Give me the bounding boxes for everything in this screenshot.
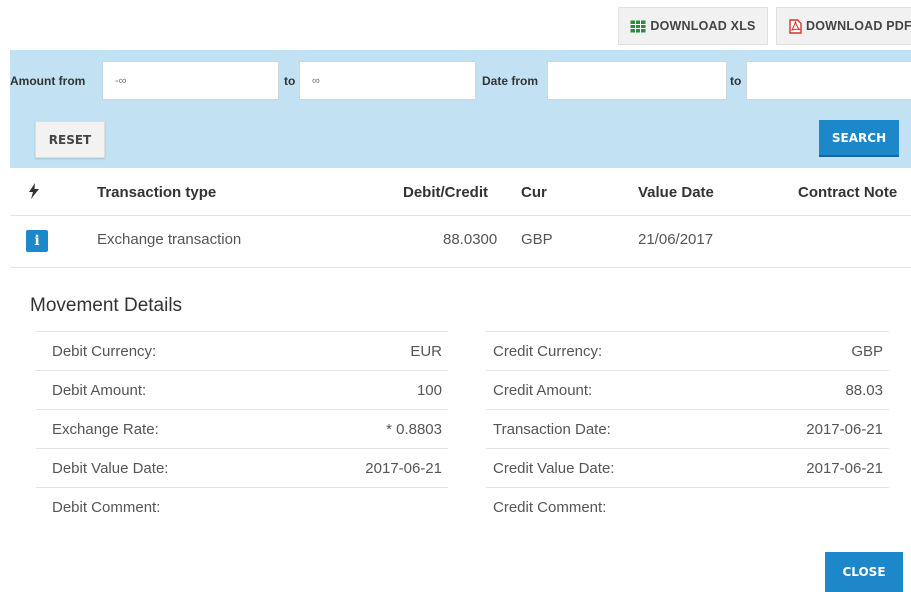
detail-row: Debit Amount: 100 (36, 370, 448, 409)
download-xls-button[interactable]: DOWNLOAD XLS (618, 7, 768, 45)
detail-row: Credit Comment: (486, 487, 889, 526)
detail-label: Credit Amount: (493, 381, 593, 399)
detail-value: * 0.8803 (386, 420, 442, 438)
detail-value: 100 (416, 381, 442, 399)
detail-label: Debit Value Date: (52, 459, 169, 477)
detail-value: 2017-06-21 (806, 420, 883, 438)
amount-from-label: Amount from (10, 74, 86, 88)
detail-value: EUR (410, 342, 442, 360)
close-button[interactable]: CLOSE (825, 552, 903, 592)
col-debit-credit: Debit/Credit (403, 184, 489, 201)
row-divider (10, 267, 911, 268)
detail-value: 88.03 (845, 381, 883, 399)
detail-row: Credit Value Date: 2017-06-21 (486, 448, 889, 487)
detail-label: Exchange Rate: (52, 420, 159, 438)
pdf-file-icon (789, 18, 802, 34)
cell-currency: GBP (521, 231, 553, 248)
detail-row: Exchange Rate: * 0.8803 (36, 409, 448, 448)
cell-transaction-type: Exchange transaction (97, 231, 242, 248)
detail-label: Transaction Date: (493, 420, 611, 438)
detail-row: Debit Comment: (36, 487, 448, 526)
col-currency: Cur (521, 184, 547, 201)
detail-row: Transaction Date: 2017-06-21 (486, 409, 889, 448)
date-from-input[interactable] (547, 61, 727, 100)
search-button[interactable]: SEARCH (819, 120, 899, 157)
detail-label: Debit Comment: (52, 498, 161, 516)
download-xls-label: DOWNLOAD XLS (650, 19, 756, 33)
download-pdf-button[interactable]: DOWNLOAD PDF (776, 7, 911, 45)
detail-value: 2017-06-21 (806, 459, 883, 477)
detail-value: GBP (851, 342, 883, 360)
date-to-label: to (730, 74, 742, 88)
cell-amount: 88.0300 (443, 231, 498, 248)
col-contract-note: Contract Note (798, 184, 898, 201)
detail-label: Credit Comment: (493, 498, 607, 516)
detail-label: Debit Currency: (52, 342, 157, 360)
date-to-input[interactable] (746, 61, 911, 100)
detail-row: Credit Currency: GBP (486, 331, 889, 370)
detail-value: 2017-06-21 (365, 459, 442, 477)
filter-panel: Amount from to Date from to RESET SEARCH (10, 50, 911, 168)
amount-to-label: to (284, 74, 296, 88)
movement-details-title: Movement Details (30, 295, 183, 316)
reset-button[interactable]: RESET (35, 121, 105, 158)
detail-row: Debit Currency: EUR (36, 331, 448, 370)
table-grid-icon (630, 20, 646, 32)
amount-from-input[interactable] (102, 61, 279, 100)
col-value-date: Value Date (638, 184, 714, 201)
download-pdf-label: DOWNLOAD PDF (806, 19, 911, 33)
detail-row: Debit Value Date: 2017-06-21 (36, 448, 448, 487)
lightning-icon (29, 183, 39, 199)
detail-label: Debit Amount: (52, 381, 147, 399)
detail-label: Credit Currency: (493, 342, 603, 360)
amount-to-input[interactable] (299, 61, 476, 100)
info-icon[interactable]: i (26, 230, 48, 252)
date-from-label: Date from (482, 74, 539, 88)
detail-row: Credit Amount: 88.03 (486, 370, 889, 409)
detail-label: Credit Value Date: (493, 459, 615, 477)
cell-value-date: 21/06/2017 (638, 231, 714, 248)
header-divider (10, 215, 911, 216)
col-transaction-type: Transaction type (97, 184, 217, 201)
